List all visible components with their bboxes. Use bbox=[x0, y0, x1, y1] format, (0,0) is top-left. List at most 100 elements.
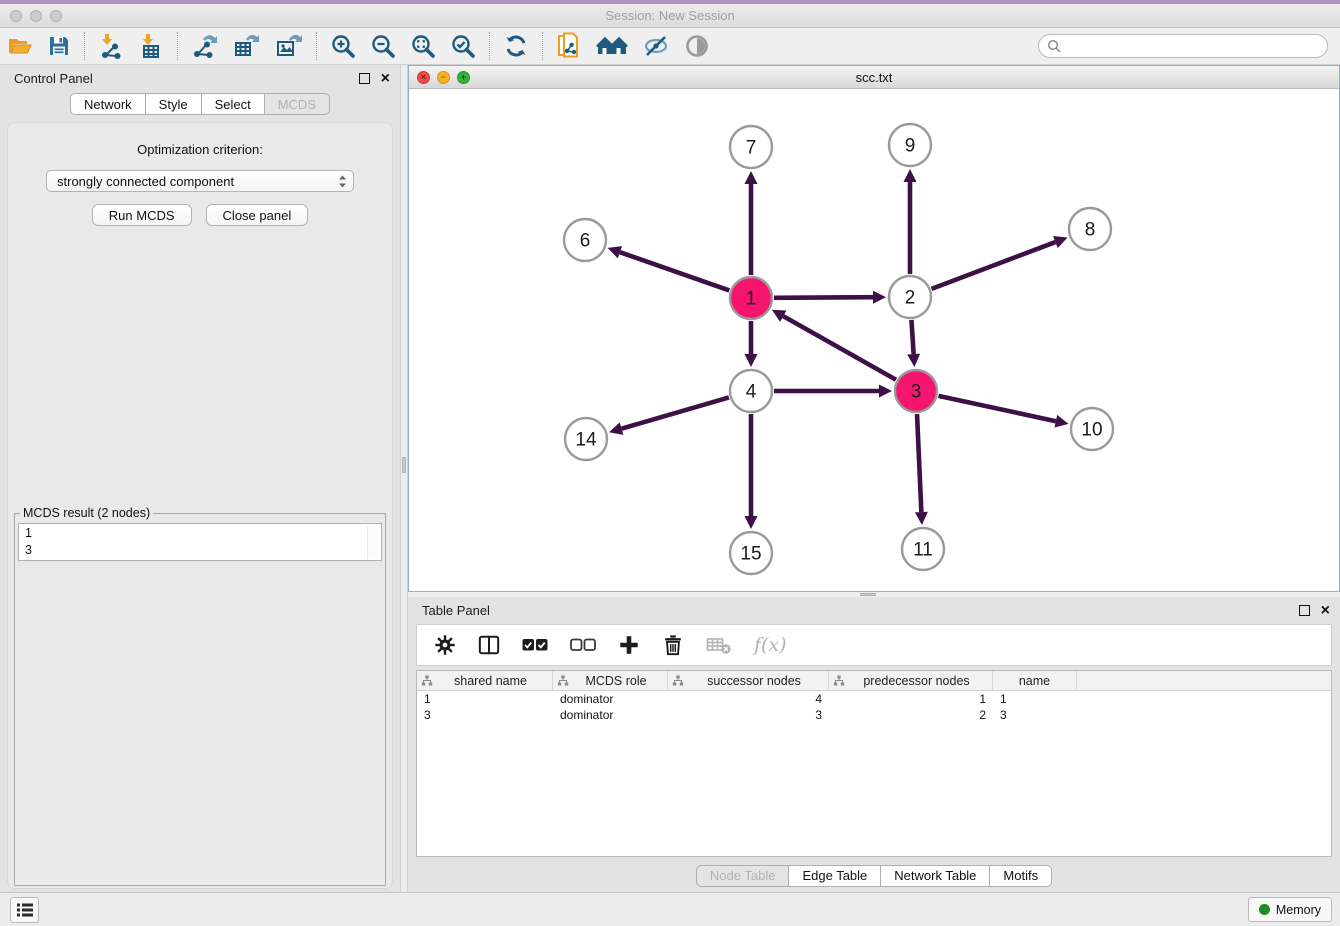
status-bar: Memory bbox=[0, 892, 1340, 926]
table-cell[interactable]: 3 bbox=[993, 708, 1077, 722]
zoom-out-button[interactable] bbox=[363, 30, 403, 62]
save-session-button[interactable] bbox=[40, 30, 78, 62]
table-cell[interactable]: 4 bbox=[668, 692, 829, 706]
column-header-label: predecessor nodes bbox=[845, 674, 988, 688]
edge-3-10[interactable] bbox=[938, 396, 1055, 421]
export-table-button[interactable] bbox=[226, 30, 268, 62]
optimization-dropdown[interactable]: strongly connected component bbox=[46, 170, 354, 192]
open-file-button[interactable] bbox=[0, 30, 40, 62]
close-panel-icon[interactable]: × bbox=[1321, 605, 1330, 616]
memory-label: Memory bbox=[1276, 903, 1321, 917]
table-settings-button[interactable] bbox=[425, 629, 465, 661]
deselect-all-rows-button[interactable] bbox=[561, 629, 605, 661]
search-box[interactable] bbox=[1038, 34, 1328, 58]
table-cell[interactable]: 1 bbox=[417, 692, 553, 706]
zoom-out-icon bbox=[370, 33, 396, 59]
column-header-MCDS-role[interactable]: MCDS role bbox=[553, 671, 668, 690]
run-mcds-button[interactable]: Run MCDS bbox=[92, 204, 192, 226]
table-cell[interactable]: dominator bbox=[553, 692, 668, 706]
task-history-button[interactable] bbox=[10, 897, 39, 923]
function-icon: f(x) bbox=[754, 634, 787, 656]
houses-icon bbox=[596, 34, 628, 58]
column-header-shared-name[interactable]: shared name bbox=[417, 671, 553, 690]
table-panel-header: Table Panel × bbox=[408, 597, 1340, 623]
zoom-fit-button[interactable] bbox=[403, 30, 443, 62]
table-cell[interactable]: 2 bbox=[829, 708, 993, 722]
table-panel: Table Panel × bbox=[408, 597, 1340, 892]
edge-2-3[interactable] bbox=[911, 320, 913, 354]
save-icon bbox=[47, 34, 71, 58]
apply-layout-button[interactable] bbox=[496, 30, 536, 62]
edge-1-6[interactable] bbox=[620, 252, 729, 290]
splitter-grip[interactable] bbox=[402, 457, 406, 473]
node-label-7: 7 bbox=[746, 138, 757, 159]
table-rows: 1dominator4113dominator323 bbox=[417, 691, 1331, 723]
tab-motifs[interactable]: Motifs bbox=[990, 865, 1052, 887]
tab-node-table[interactable]: Node Table bbox=[696, 865, 790, 887]
edge-1-2[interactable] bbox=[774, 297, 873, 298]
float-panel-icon[interactable] bbox=[1299, 605, 1310, 616]
show-details-button[interactable] bbox=[677, 30, 717, 62]
tab-network[interactable]: Network bbox=[70, 93, 146, 115]
add-column-button[interactable] bbox=[609, 629, 649, 661]
import-table-button[interactable] bbox=[131, 30, 171, 62]
export-image-button[interactable] bbox=[268, 30, 310, 62]
zoom-in-button[interactable] bbox=[323, 30, 363, 62]
splitter-grip[interactable] bbox=[860, 593, 876, 596]
table-cell[interactable]: 3 bbox=[417, 708, 553, 722]
window-titlebar: Session: New Session bbox=[0, 4, 1340, 28]
home-view-button[interactable] bbox=[589, 30, 635, 62]
result-scrollbar[interactable] bbox=[367, 525, 380, 559]
table-row[interactable]: 1dominator411 bbox=[417, 691, 1331, 707]
export-network-button[interactable] bbox=[184, 30, 226, 62]
float-panel-icon[interactable] bbox=[359, 73, 370, 84]
import-network-icon bbox=[98, 33, 124, 59]
table-cell[interactable]: 1 bbox=[829, 692, 993, 706]
delete-table-button[interactable] bbox=[697, 629, 741, 661]
edge-4-14[interactable] bbox=[622, 397, 729, 428]
import-network-button[interactable] bbox=[91, 30, 131, 62]
edge-2-8[interactable] bbox=[932, 242, 1056, 289]
edge-arrowhead bbox=[915, 512, 928, 525]
import-table-icon bbox=[138, 33, 164, 59]
edge-arrowhead bbox=[745, 516, 758, 529]
table-cell[interactable]: 1 bbox=[993, 692, 1077, 706]
trash-icon bbox=[662, 634, 684, 656]
tab-select[interactable]: Select bbox=[202, 93, 265, 115]
table-toolbar: f(x) bbox=[416, 624, 1332, 666]
node-label-6: 6 bbox=[580, 231, 591, 252]
vertical-splitter[interactable] bbox=[400, 65, 408, 892]
close-panel-button[interactable]: Close panel bbox=[206, 204, 309, 226]
mcds-result-box[interactable]: 1 3 bbox=[18, 523, 382, 561]
table-cell[interactable]: 3 bbox=[668, 708, 829, 722]
hide-graphics-button[interactable] bbox=[635, 30, 677, 62]
mcds-result-lines: 1 3 bbox=[19, 524, 381, 560]
table-cell[interactable]: dominator bbox=[553, 708, 668, 722]
tab-mcds[interactable]: MCDS bbox=[265, 93, 330, 115]
tab-edge-table[interactable]: Edge Table bbox=[789, 865, 881, 887]
edge-3-1[interactable] bbox=[783, 316, 896, 380]
column-header-name[interactable]: name bbox=[993, 671, 1077, 690]
close-panel-icon[interactable]: × bbox=[381, 73, 390, 84]
tab-style[interactable]: Style bbox=[146, 93, 202, 115]
memory-button[interactable]: Memory bbox=[1248, 897, 1332, 922]
table-tabs: Node TableEdge TableNetwork TableMotifs bbox=[408, 857, 1340, 892]
edge-3-11[interactable] bbox=[917, 414, 921, 512]
delete-column-button[interactable] bbox=[653, 629, 693, 661]
column-header-predecessor-nodes[interactable]: predecessor nodes bbox=[829, 671, 993, 690]
node-table[interactable]: shared nameMCDS rolesuccessor nodes prede… bbox=[416, 670, 1332, 857]
zoom-selected-button[interactable] bbox=[443, 30, 483, 62]
zoom-in-icon bbox=[330, 33, 356, 59]
node-label-8: 8 bbox=[1085, 220, 1096, 241]
column-header-successor-nodes[interactable]: successor nodes bbox=[668, 671, 829, 690]
duplicate-network-button[interactable] bbox=[549, 30, 589, 62]
table-row[interactable]: 3dominator323 bbox=[417, 707, 1331, 723]
column-layout-button[interactable] bbox=[469, 629, 509, 661]
search-input[interactable] bbox=[1066, 39, 1319, 53]
network-canvas[interactable]: 7968124314101511 bbox=[409, 89, 1339, 590]
edge-arrowhead bbox=[608, 246, 622, 258]
select-all-rows-button[interactable] bbox=[513, 629, 557, 661]
function-builder-button[interactable]: f(x) bbox=[745, 629, 796, 661]
control-panel: Control Panel × NetworkStyleSelectMCDS O… bbox=[0, 65, 400, 892]
tab-network-table[interactable]: Network Table bbox=[881, 865, 990, 887]
